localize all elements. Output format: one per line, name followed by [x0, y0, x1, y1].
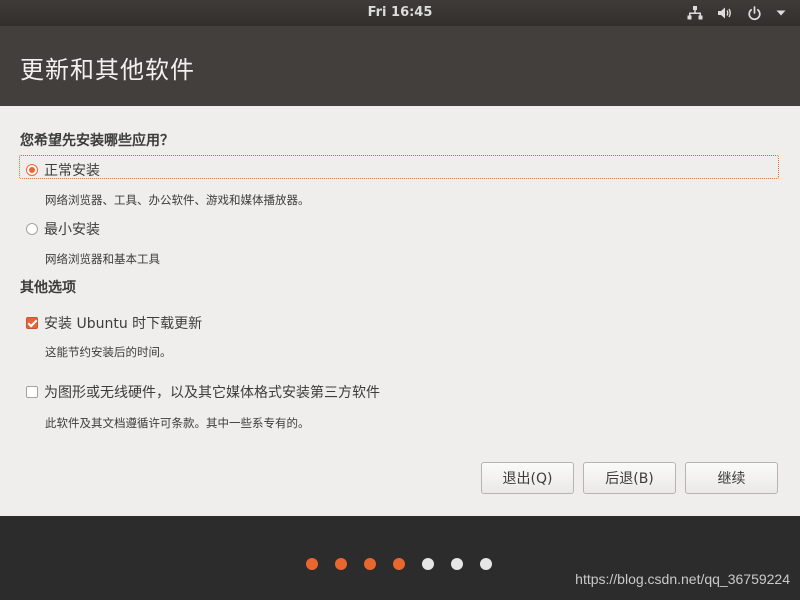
other-options-heading: 其他选项 [20, 280, 76, 296]
download-updates-description: 这能节约安装后的时间。 [45, 345, 172, 359]
third-party-option[interactable]: 为图形或无线硬件，以及其它媒体格式安装第三方软件 [26, 382, 380, 402]
network-icon[interactable] [687, 6, 703, 20]
chevron-down-icon[interactable] [776, 9, 786, 17]
back-button[interactable]: 后退(B) [583, 462, 676, 494]
focus-outline [19, 155, 779, 179]
progress-dot [393, 558, 405, 570]
normal-install-label[interactable]: 正常安装 [44, 160, 100, 180]
power-icon[interactable] [747, 5, 762, 21]
system-tray[interactable] [687, 0, 786, 26]
third-party-description: 此软件及其文档遵循许可条款。其中一些系专有的。 [45, 416, 310, 430]
normal-install-radio[interactable] [26, 164, 38, 176]
continue-button[interactable]: 继续 [685, 462, 778, 494]
progress-indicator [306, 558, 492, 570]
watermark: https://blog.csdn.net/qq_36759224 [575, 571, 790, 587]
minimal-install-label[interactable]: 最小安装 [44, 219, 100, 239]
progress-dot [422, 558, 434, 570]
minimal-install-option[interactable]: 最小安装 [26, 219, 100, 239]
third-party-checkbox[interactable] [26, 386, 38, 398]
progress-dot [451, 558, 463, 570]
download-updates-option[interactable]: 安装 Ubuntu 时下载更新 [26, 313, 202, 333]
progress-dot [364, 558, 376, 570]
download-updates-label[interactable]: 安装 Ubuntu 时下载更新 [44, 313, 202, 333]
quit-button[interactable]: 退出(Q) [481, 462, 574, 494]
install-type-heading: 您希望先安装哪些应用？ [20, 133, 174, 149]
progress-dot [480, 558, 492, 570]
clock[interactable]: Fri 16:45 [0, 0, 800, 26]
top-panel: Fri 16:45 [0, 0, 800, 26]
third-party-label[interactable]: 为图形或无线硬件，以及其它媒体格式安装第三方软件 [44, 382, 380, 402]
progress-dot [306, 558, 318, 570]
normal-install-option[interactable]: 正常安装 [26, 160, 100, 180]
minimal-install-description: 网络浏览器和基本工具 [45, 252, 160, 266]
title-bar: 更新和其他软件 [0, 26, 800, 106]
installer-screen: Fri 16:45 更新和其他软件 您希望先安装哪些应用？ 正常安装 网络浏览器… [0, 0, 800, 600]
bottom-area: https://blog.csdn.net/qq_36759224 [0, 516, 800, 600]
main-content: 您希望先安装哪些应用？ 正常安装 网络浏览器、工具、办公软件、游戏和媒体播放器。… [0, 106, 800, 516]
page-title: 更新和其他软件 [20, 56, 195, 84]
normal-install-description: 网络浏览器、工具、办公软件、游戏和媒体播放器。 [45, 193, 310, 207]
download-updates-checkbox[interactable] [26, 317, 38, 329]
progress-dot [335, 558, 347, 570]
volume-icon[interactable] [717, 6, 733, 20]
minimal-install-radio[interactable] [26, 223, 38, 235]
